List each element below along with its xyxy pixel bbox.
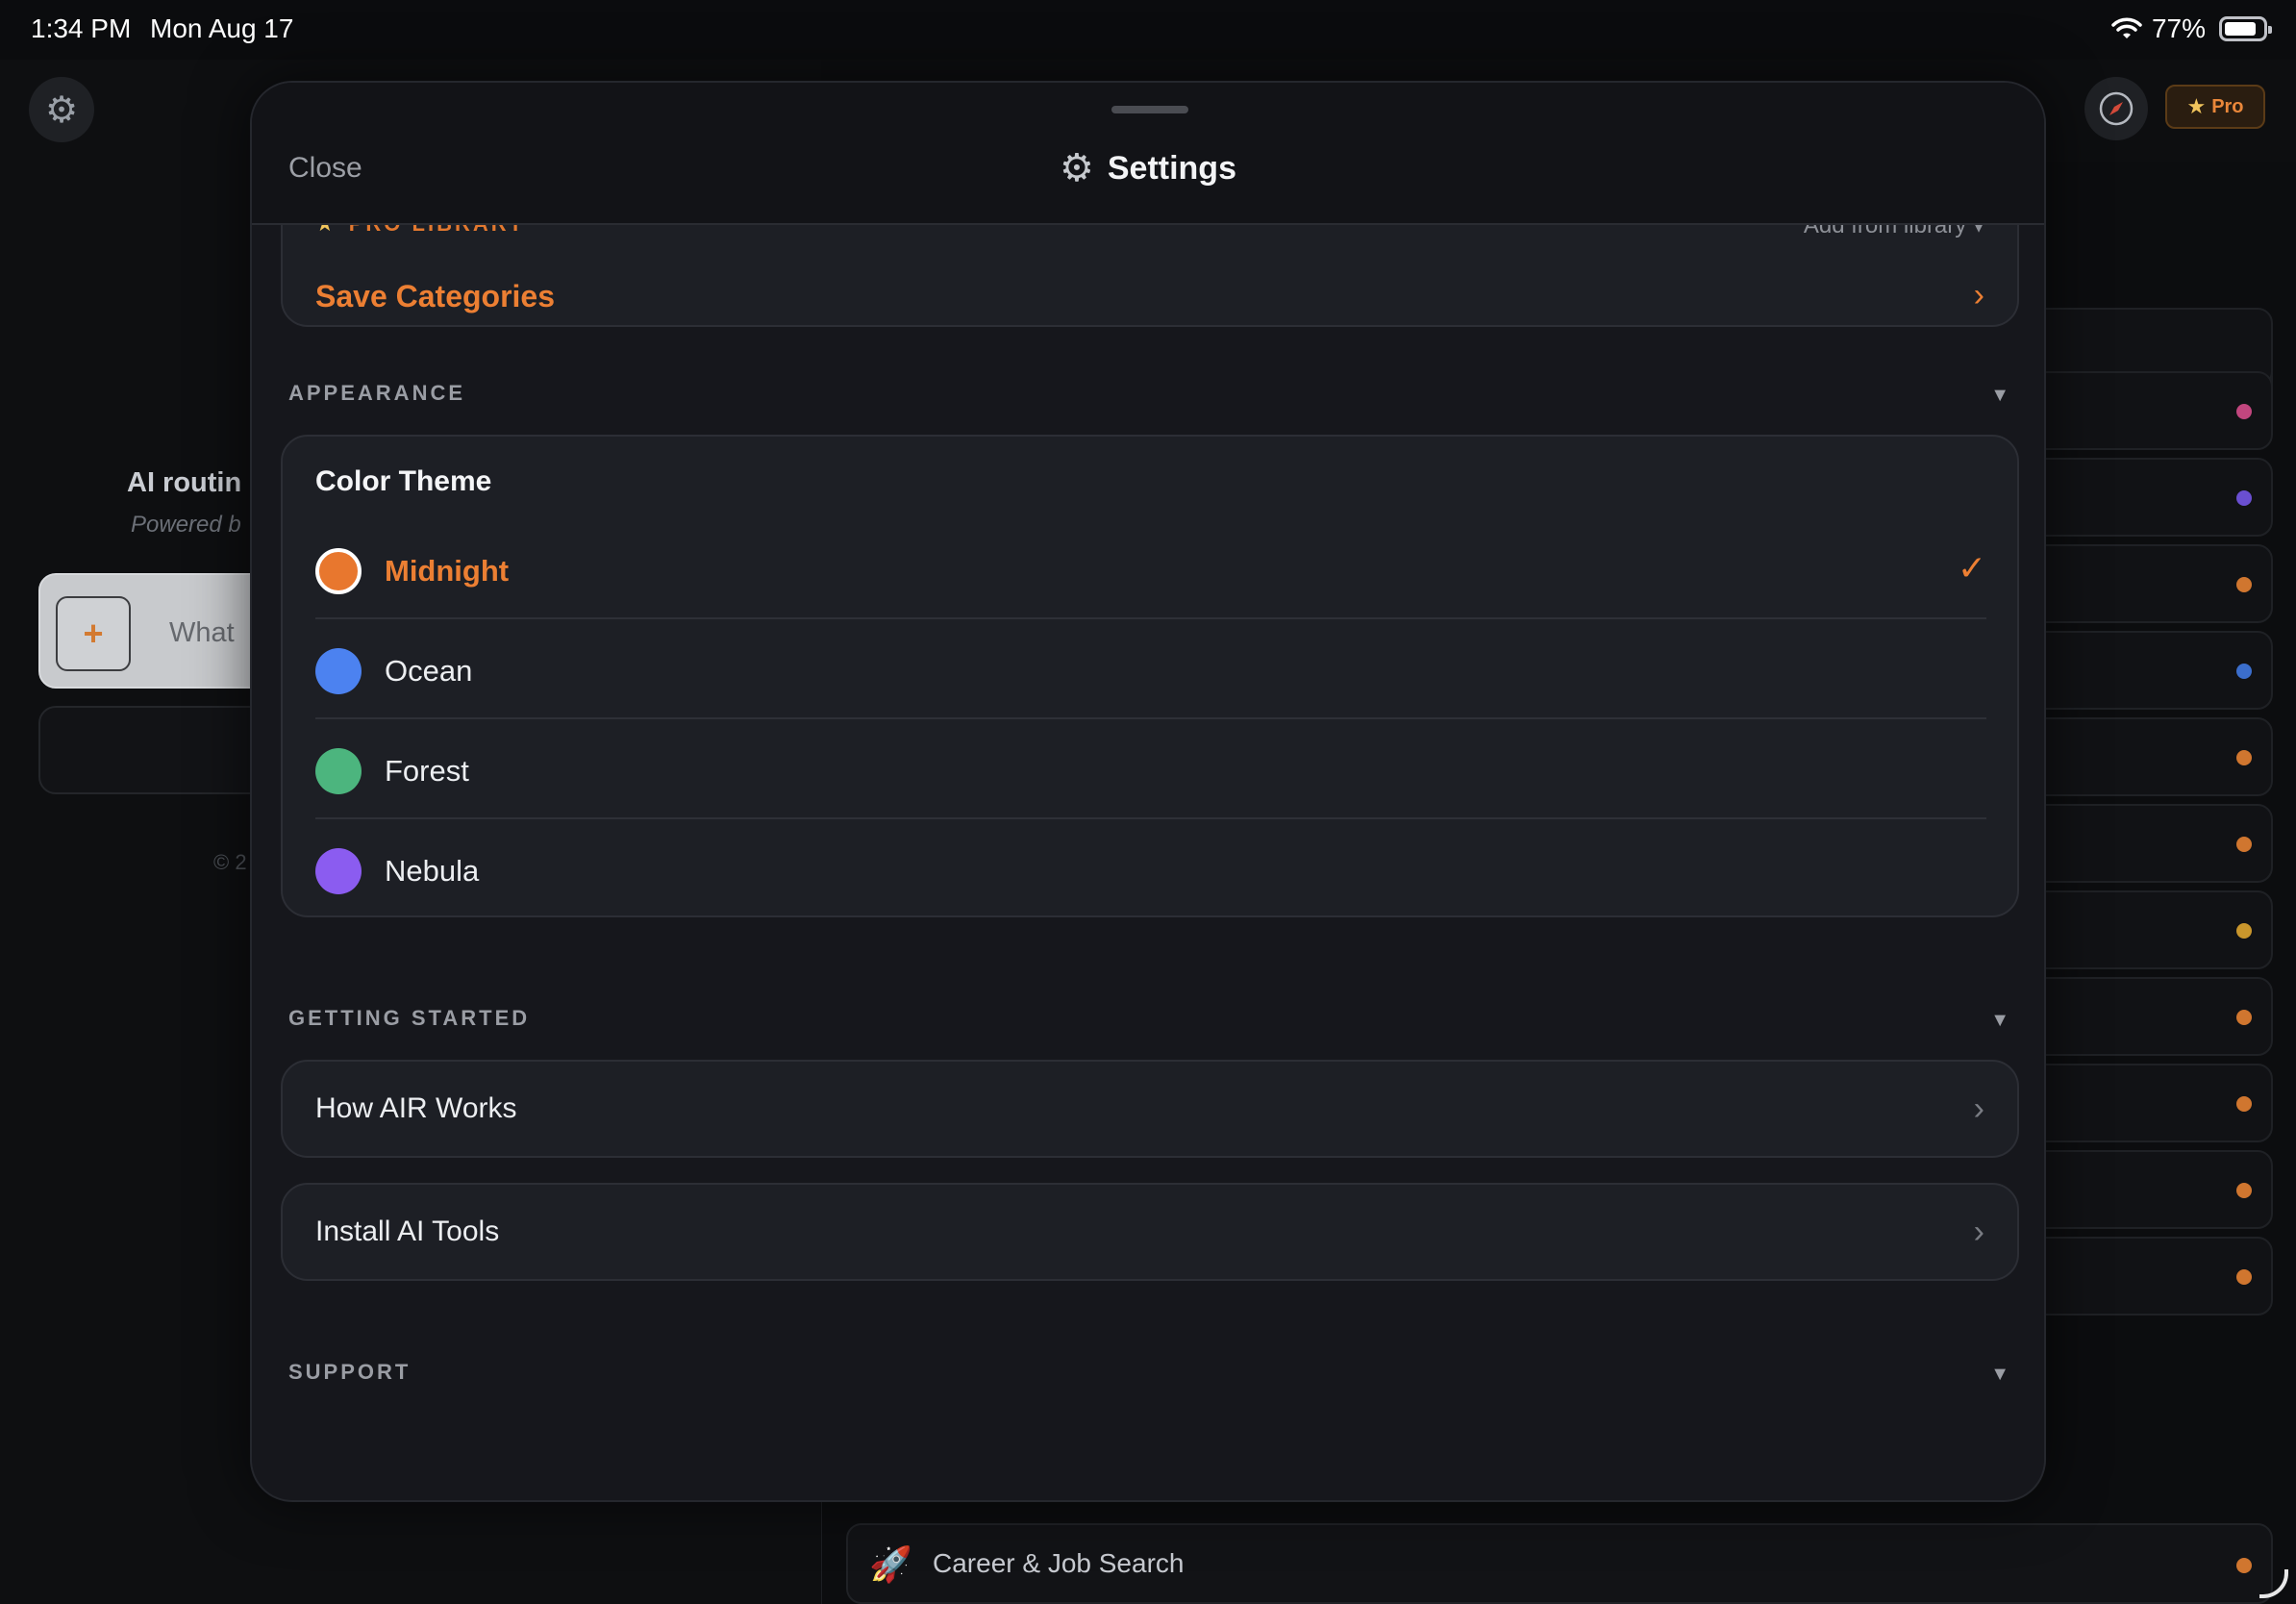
theme-name: Nebula [385, 854, 480, 888]
background-copyright: © 2 [213, 850, 247, 874]
pro-library-card: ★ PRO LIBRARY Add from library ▾ Save Ca… [281, 225, 2019, 327]
gear-icon: ⚙ [1060, 147, 1094, 189]
install-ai-tools-link[interactable]: Install AI Tools › [281, 1183, 2019, 1281]
star-icon: ★ [2186, 94, 2207, 118]
battery-percent: 77% [2151, 13, 2206, 43]
support-section-label: SUPPORT [288, 1360, 412, 1384]
settings-title-label: Settings [1107, 149, 1236, 187]
status-bar: 1:34 PM Mon Aug 17 77% [0, 0, 2296, 60]
theme-name: Ocean [385, 654, 473, 688]
settings-sheet: Close ⚙ Settings ★ PRO LIBRARY Add from … [250, 81, 2046, 1502]
status-dot [2236, 577, 2252, 592]
collapse-caret-icon[interactable]: ▼ [1990, 1010, 2009, 1032]
sheet-header: Close ⚙ Settings [252, 83, 2044, 225]
pro-badge-label: Pro [2211, 95, 2244, 117]
status-dot [2236, 923, 2252, 939]
theme-option-midnight[interactable]: Midnight ✓ [315, 519, 1986, 619]
pro-library-label: PRO LIBRARY [349, 225, 526, 237]
theme-option-ocean[interactable]: Ocean [315, 619, 1986, 719]
star-icon: ★ [315, 225, 337, 237]
settings-gear-button[interactable]: ⚙ [29, 77, 94, 142]
background-input-placeholder: What [169, 617, 235, 648]
settings-scroll-area[interactable]: ★ PRO LIBRARY Add from library ▾ Save Ca… [252, 225, 2044, 1500]
gear-icon: ⚙ [44, 89, 79, 131]
status-dot [2236, 490, 2252, 506]
compass-icon [2099, 91, 2134, 126]
theme-name: Forest [385, 754, 469, 788]
theme-swatch [315, 648, 362, 694]
status-dot [2236, 1010, 2252, 1025]
compass-button[interactable] [2084, 77, 2148, 140]
pro-badge[interactable]: ★ Pro [2165, 85, 2265, 129]
background-subtitle: Powered b [131, 512, 241, 538]
rocket-icon: 🚀 [869, 1544, 912, 1584]
install-ai-tools-label: Install AI Tools [315, 1216, 500, 1247]
battery-icon [2219, 16, 2272, 41]
status-dot [2236, 1096, 2252, 1112]
collapse-caret-icon[interactable]: ▼ [1990, 1364, 2009, 1386]
theme-name: Midnight [385, 554, 510, 588]
career-row-label: Career & Job Search [933, 1548, 1185, 1578]
status-dot [2236, 1558, 2252, 1573]
save-categories-button[interactable]: Save Categories [315, 279, 555, 314]
status-date: Mon Aug 17 [150, 13, 294, 43]
theme-option-nebula[interactable]: Nebula [315, 819, 1986, 919]
status-dot [2236, 750, 2252, 765]
collapse-caret-icon[interactable]: ▼ [1990, 385, 2009, 407]
career-job-search-row[interactable]: 🚀 Career & Job Search [846, 1523, 2273, 1604]
chevron-right-icon: › [1973, 277, 1984, 313]
theme-option-forest[interactable]: Forest [315, 719, 1986, 819]
theme-swatch [315, 848, 362, 894]
status-time: 1:34 PM [31, 13, 132, 43]
background-title: AI routin [127, 467, 242, 498]
wifi-icon [2111, 17, 2142, 38]
how-air-works-label: How AIR Works [315, 1092, 517, 1124]
checkmark-icon: ✓ [1957, 548, 1986, 588]
chevron-right-icon: › [1973, 1214, 1984, 1250]
plus-icon[interactable]: + [56, 596, 131, 671]
appearance-section-label: APPEARANCE [288, 381, 466, 405]
status-dot [2236, 837, 2252, 852]
color-theme-card: Color Theme Midnight ✓ Ocean Forest Nebu… [281, 435, 2019, 917]
status-dot [2236, 404, 2252, 419]
status-dot [2236, 1183, 2252, 1198]
status-indicators: 77% [2111, 13, 2272, 44]
status-dot [2236, 664, 2252, 679]
how-air-works-link[interactable]: How AIR Works › [281, 1060, 2019, 1158]
status-dot [2236, 1269, 2252, 1285]
theme-swatch [315, 548, 362, 594]
getting-started-section-label: GETTING STARTED [288, 1006, 531, 1030]
color-theme-heading: Color Theme [315, 465, 492, 497]
chevron-right-icon: › [1973, 1090, 1984, 1127]
page-title: ⚙ Settings [252, 146, 2044, 190]
pro-library-header: ★ PRO LIBRARY [315, 225, 525, 237]
sheet-grabber[interactable] [1111, 106, 1188, 113]
add-from-library-button[interactable]: Add from library ▾ [1804, 225, 1984, 239]
theme-swatch [315, 748, 362, 794]
